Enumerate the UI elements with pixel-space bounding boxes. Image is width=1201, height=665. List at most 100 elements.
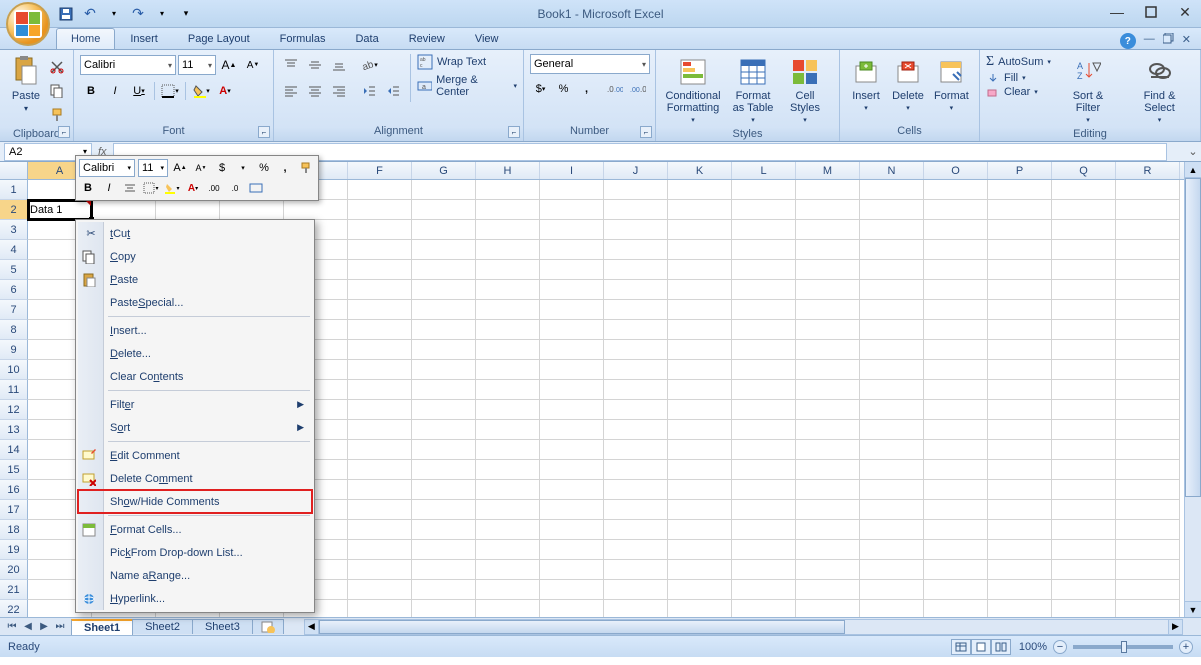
- cell-O1[interactable]: [924, 180, 988, 200]
- cell-F13[interactable]: [348, 420, 412, 440]
- cell-O4[interactable]: [924, 240, 988, 260]
- cell-L19[interactable]: [732, 540, 796, 560]
- cell-R22[interactable]: [1116, 600, 1180, 617]
- cm-show-hide-comments[interactable]: Show/Hide Comments: [78, 490, 312, 513]
- conditional-formatting-button[interactable]: Conditional Formatting▾: [662, 54, 724, 126]
- border-icon[interactable]: ▾: [159, 80, 181, 102]
- cell-O9[interactable]: [924, 340, 988, 360]
- clipboard-launcher[interactable]: ⌐: [58, 126, 70, 138]
- fill-color-icon[interactable]: ▾: [190, 80, 212, 102]
- cell-J5[interactable]: [604, 260, 668, 280]
- cell-J3[interactable]: [604, 220, 668, 240]
- cm-cut[interactable]: ✂tCutCut: [78, 222, 312, 245]
- cell-I6[interactable]: [540, 280, 604, 300]
- cell-M4[interactable]: [796, 240, 860, 260]
- cell-G1[interactable]: [412, 180, 476, 200]
- cell-F8[interactable]: [348, 320, 412, 340]
- bold-button[interactable]: B: [80, 80, 102, 102]
- cell-F10[interactable]: [348, 360, 412, 380]
- cell-J17[interactable]: [604, 500, 668, 520]
- cell-M8[interactable]: [796, 320, 860, 340]
- cell-C2[interactable]: [156, 200, 220, 220]
- cell-O20[interactable]: [924, 560, 988, 580]
- cell-I19[interactable]: [540, 540, 604, 560]
- cell-Q3[interactable]: [1052, 220, 1116, 240]
- cell-K16[interactable]: [668, 480, 732, 500]
- cell-O8[interactable]: [924, 320, 988, 340]
- cell-F7[interactable]: [348, 300, 412, 320]
- cell-H6[interactable]: [476, 280, 540, 300]
- cell-F22[interactable]: [348, 600, 412, 617]
- underline-button[interactable]: U▾: [128, 80, 150, 102]
- cell-I7[interactable]: [540, 300, 604, 320]
- cell-L22[interactable]: [732, 600, 796, 617]
- cell-P2[interactable]: [988, 200, 1052, 220]
- sheet-nav-prev-icon[interactable]: ◀: [20, 621, 36, 632]
- cm-format-cells[interactable]: Format Cells...: [78, 518, 312, 541]
- mini-percent-icon[interactable]: %: [255, 159, 273, 177]
- row-header-8[interactable]: 8: [0, 320, 28, 340]
- cell-O2[interactable]: [924, 200, 988, 220]
- cell-R19[interactable]: [1116, 540, 1180, 560]
- mini-merge-icon[interactable]: [247, 179, 265, 197]
- cell-F19[interactable]: [348, 540, 412, 560]
- cell-F16[interactable]: [348, 480, 412, 500]
- cell-H1[interactable]: [476, 180, 540, 200]
- cell-H8[interactable]: [476, 320, 540, 340]
- cell-L21[interactable]: [732, 580, 796, 600]
- cell-K21[interactable]: [668, 580, 732, 600]
- cell-Q19[interactable]: [1052, 540, 1116, 560]
- view-normal-icon[interactable]: [951, 639, 971, 655]
- cell-K15[interactable]: [668, 460, 732, 480]
- delete-cells-button[interactable]: Delete▾: [888, 54, 928, 114]
- cell-H18[interactable]: [476, 520, 540, 540]
- view-page-layout-icon[interactable]: [971, 639, 991, 655]
- cell-L6[interactable]: [732, 280, 796, 300]
- col-header-L[interactable]: L: [732, 162, 796, 179]
- cell-O10[interactable]: [924, 360, 988, 380]
- cell-H14[interactable]: [476, 440, 540, 460]
- copy-icon[interactable]: [46, 80, 68, 102]
- cell-styles-button[interactable]: Cell Styles▾: [782, 54, 828, 126]
- cell-G18[interactable]: [412, 520, 476, 540]
- cell-Q6[interactable]: [1052, 280, 1116, 300]
- cell-Q17[interactable]: [1052, 500, 1116, 520]
- cell-G2[interactable]: [412, 200, 476, 220]
- row-header-21[interactable]: 21: [0, 580, 28, 600]
- cm-paste[interactable]: Paste: [78, 268, 312, 291]
- cell-L15[interactable]: [732, 460, 796, 480]
- mini-grow-font-icon[interactable]: A▲: [171, 159, 189, 177]
- cell-Q14[interactable]: [1052, 440, 1116, 460]
- tab-formulas[interactable]: Formulas: [265, 28, 341, 49]
- cell-G10[interactable]: [412, 360, 476, 380]
- mini-shrink-font-icon[interactable]: A▼: [192, 159, 210, 177]
- cell-M6[interactable]: [796, 280, 860, 300]
- cell-L18[interactable]: [732, 520, 796, 540]
- cell-L17[interactable]: [732, 500, 796, 520]
- cell-J18[interactable]: [604, 520, 668, 540]
- cell-M19[interactable]: [796, 540, 860, 560]
- cell-R20[interactable]: [1116, 560, 1180, 580]
- cell-N11[interactable]: [860, 380, 924, 400]
- cell-Q5[interactable]: [1052, 260, 1116, 280]
- qat-more[interactable]: ▾: [176, 4, 196, 24]
- sheet-tab-2[interactable]: Sheet2: [132, 619, 193, 634]
- cell-H17[interactable]: [476, 500, 540, 520]
- cell-G21[interactable]: [412, 580, 476, 600]
- format-as-table-button[interactable]: Format as Table▾: [726, 54, 780, 126]
- ribbon-minimize-icon[interactable]: —: [1144, 33, 1155, 49]
- cell-G16[interactable]: [412, 480, 476, 500]
- mini-border-icon[interactable]: ▾: [142, 179, 160, 197]
- cell-N4[interactable]: [860, 240, 924, 260]
- cell-K1[interactable]: [668, 180, 732, 200]
- font-size-combo[interactable]: 11▾: [178, 55, 216, 75]
- cell-O22[interactable]: [924, 600, 988, 617]
- cell-I11[interactable]: [540, 380, 604, 400]
- font-color-icon[interactable]: A▾: [214, 80, 236, 102]
- cell-P5[interactable]: [988, 260, 1052, 280]
- paste-button[interactable]: Paste ▾: [6, 54, 46, 126]
- cm-delete[interactable]: Delete...: [78, 342, 312, 365]
- hscroll-thumb[interactable]: [319, 620, 845, 634]
- cell-L14[interactable]: [732, 440, 796, 460]
- cell-P21[interactable]: [988, 580, 1052, 600]
